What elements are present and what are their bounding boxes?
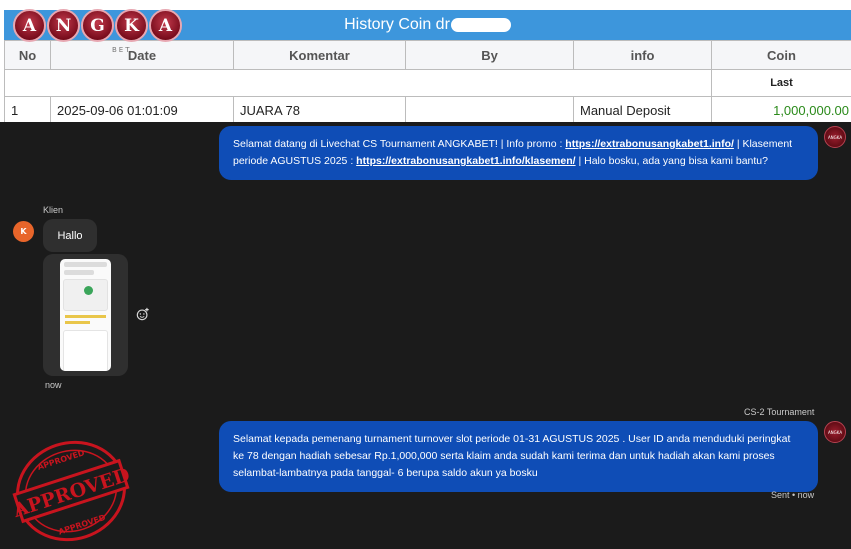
redacted-username xyxy=(450,18,511,32)
promo-link[interactable]: https://extrabonusangkabet1.info/ xyxy=(565,138,734,150)
table-row: 1 2025-09-06 01:01:09 JUARA 78 Manual De… xyxy=(4,96,851,122)
subheader-blank xyxy=(4,69,712,97)
logo-letter: A xyxy=(13,9,46,42)
screenshot-thumbnail[interactable] xyxy=(60,259,111,371)
agent-sender-label: CS-2 Tournament xyxy=(744,407,815,417)
client-avatar: K xyxy=(13,221,34,242)
message-status: Sent • now xyxy=(771,490,815,500)
agent-message: Selamat kepada pemenang turnament turnov… xyxy=(219,421,818,492)
cell-date: 2025-09-06 01:01:09 xyxy=(50,96,234,122)
table-subheader-row: Last xyxy=(4,69,851,97)
coin-subheader-last: Last xyxy=(711,69,851,97)
column-header-coin[interactable]: Coin xyxy=(711,40,851,70)
cell-info: Manual Deposit xyxy=(573,96,712,122)
stamp-bottom-text: APPROVED xyxy=(57,513,107,537)
cell-by xyxy=(405,96,574,122)
cs-welcome-message: Selamat datang di Livechat CS Tournament… xyxy=(219,126,818,180)
column-header-info[interactable]: info xyxy=(573,40,712,70)
column-header-by[interactable]: By xyxy=(405,40,574,70)
client-sender-label: Klien xyxy=(43,205,64,215)
approved-stamp: APPROVED APPROVED APPROVED xyxy=(10,440,132,542)
client-image-attachment[interactable] xyxy=(43,254,128,376)
cell-no: 1 xyxy=(4,96,51,122)
welcome-text-1: Selamat datang di Livechat CS Tournament… xyxy=(233,138,566,150)
cell-coin: 1,000,000.00 xyxy=(711,96,851,122)
history-coin-panel: History Coin dr No Date Komentar By info… xyxy=(0,0,851,122)
client-message: Hallo xyxy=(43,219,97,252)
client-timestamp: now xyxy=(45,380,62,390)
cell-komentar: JUARA 78 xyxy=(233,96,406,122)
logo-letter: A xyxy=(149,9,182,42)
logo-letter: G xyxy=(81,9,114,42)
angkabet-logo: A N G K A xyxy=(13,9,185,51)
welcome-text-3: | Halo bosku, ada yang bisa kami bantu? xyxy=(575,155,768,167)
history-title: History Coin dr xyxy=(344,16,450,33)
klasemen-link[interactable]: https://extrabonusangkabet1.info/klaseme… xyxy=(356,155,575,167)
agent-avatar: ANGKA xyxy=(824,421,846,443)
add-reaction-icon[interactable] xyxy=(136,307,150,321)
logo-letter: N xyxy=(47,9,80,42)
cs-avatar: ANGKA xyxy=(824,126,846,148)
redacted-by xyxy=(412,100,572,120)
logo-letter: K xyxy=(115,9,148,42)
logo-subtext: BET xyxy=(112,46,132,54)
column-header-komentar[interactable]: Komentar xyxy=(233,40,406,70)
